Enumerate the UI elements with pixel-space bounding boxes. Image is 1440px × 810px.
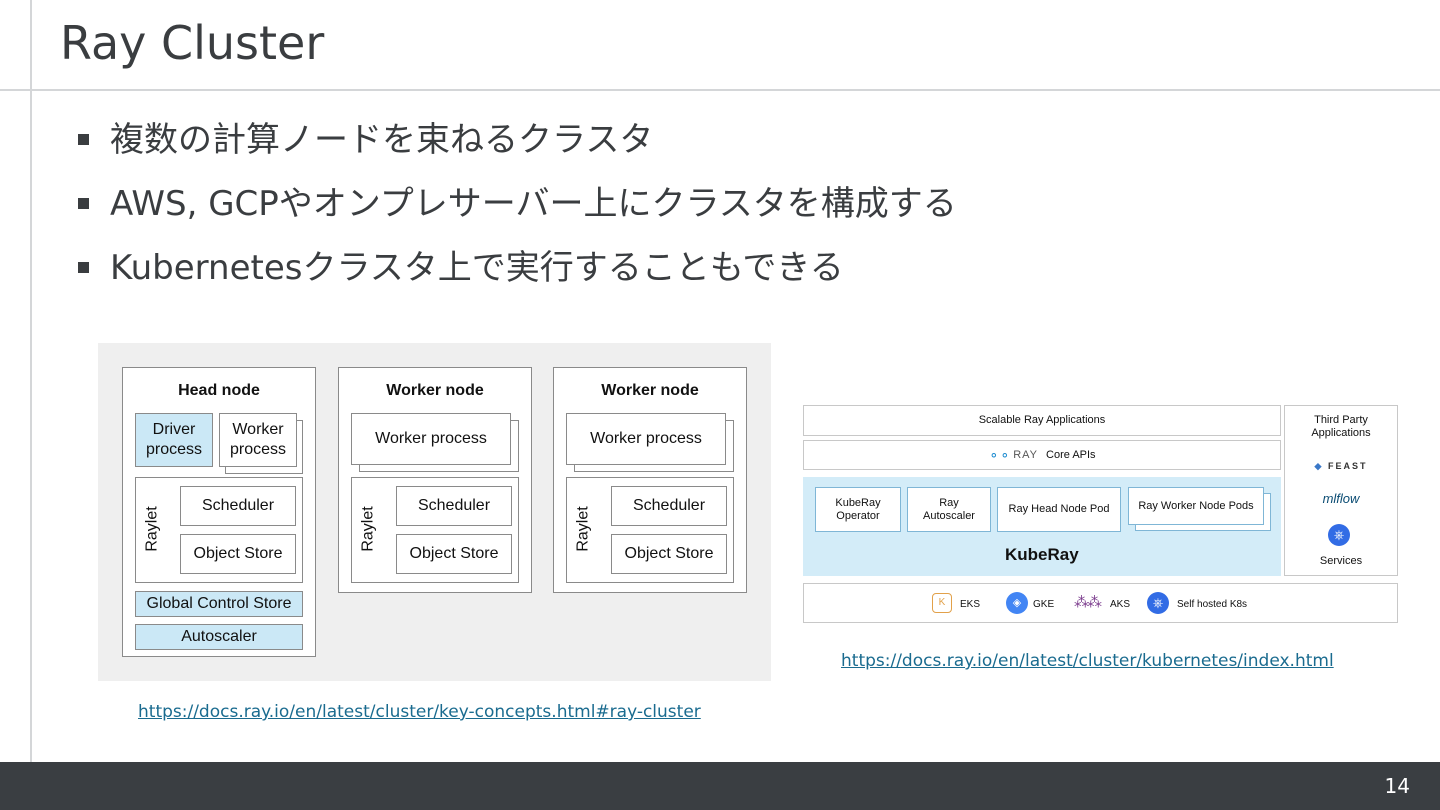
bullet-item: 複数の計算ノードを束ねるクラスタ	[76, 112, 957, 176]
ray-head-node-pod-box: Ray Head Node Pod	[997, 487, 1121, 532]
kuberay-docs-link[interactable]: https://docs.ray.io/en/latest/cluster/ku…	[841, 651, 1334, 671]
aks-icon: ⁂⁂	[1074, 594, 1102, 611]
head-raylet: Raylet Scheduler Object Store	[135, 477, 303, 583]
k8s-icon: ⎈	[1147, 592, 1169, 614]
feast-logo: ◆ FEAST	[1285, 460, 1397, 473]
worker-scheduler: Scheduler	[396, 486, 512, 526]
worker-object-store: Object Store	[396, 534, 512, 574]
bullet-text: 複数の計算ノードを束ねるクラスタ	[110, 120, 654, 160]
bullet-text: Kubernetesクラスタ上で実行することもできる	[110, 248, 844, 288]
raylet-label: Raylet	[574, 506, 592, 552]
worker-process: Worker process	[566, 413, 726, 465]
core-apis-label: Core APIs	[1046, 448, 1096, 461]
worker-node: Worker node Worker process Raylet Schedu…	[338, 367, 532, 593]
slide-title: Ray Cluster	[60, 16, 325, 70]
bullet-item: Kubernetesクラスタ上で実行することもできる	[76, 240, 957, 304]
platform-gke: GKE	[1033, 599, 1055, 610]
bullet-marker-icon	[78, 134, 89, 145]
ray-cluster-diagram: Head node Worker process Driver process …	[98, 343, 771, 681]
head-object-store: Object Store	[180, 534, 296, 574]
driver-process: Driver process	[135, 413, 213, 467]
ray-cluster-docs-link[interactable]: https://docs.ray.io/en/latest/cluster/ke…	[138, 702, 701, 722]
bullet-item: AWS, GCPやオンプレサーバー上にクラスタを構成する	[76, 176, 957, 240]
ray-logo-text: RAY	[1013, 448, 1039, 461]
third-party-label: Third Party Applications	[1311, 414, 1371, 439]
raylet-label: Raylet	[143, 506, 161, 552]
third-party-box: Third Party Applications ◆ FEAST mlflow …	[1284, 405, 1398, 576]
slide-title-rule	[0, 89, 1440, 91]
ray-worker-node-pods-box: Ray Worker Node Pods	[1128, 487, 1264, 525]
platform-eks: EKS	[960, 599, 981, 610]
page-number: 14	[1384, 774, 1410, 798]
core-apis-box: ⚬⚬ RAY Core APIs	[803, 440, 1281, 470]
platform-aks: AKS	[1110, 599, 1131, 610]
mlflow-logo: mlflow	[1322, 491, 1360, 506]
kuberay-operator-box: KubeRay Operator	[815, 487, 901, 532]
bullet-marker-icon	[78, 262, 89, 273]
kuberay-diagram: Scalable Ray Applications ⚬⚬ RAY Core AP…	[803, 405, 1398, 625]
scalable-apps-box: Scalable Ray Applications	[803, 405, 1281, 436]
feast-text: FEAST	[1327, 461, 1368, 471]
gke-icon: ◈	[1006, 592, 1028, 614]
worker-node: Worker node Worker process Raylet Schedu…	[553, 367, 747, 593]
eks-icon: K	[932, 593, 952, 613]
bullet-text: AWS, GCPやオンプレサーバー上にクラスタを構成する	[110, 184, 957, 224]
worker-process: Worker process	[351, 413, 511, 465]
ray-logo-icon: ⚬⚬	[988, 447, 1011, 463]
ray-autoscaler-box: Ray Autoscaler	[907, 487, 991, 532]
worker-node-title: Worker node	[386, 382, 484, 399]
kuberay-label: KubeRay	[1005, 545, 1079, 564]
head-scheduler: Scheduler	[180, 486, 296, 526]
global-control-store: Global Control Store	[135, 591, 303, 617]
feast-icon: ◆	[1314, 461, 1328, 471]
platforms-box: K EKS ◈ GKE ⁂⁂ AKS ⎈ Self hosted K8s	[803, 583, 1398, 623]
footer-bar: 14	[0, 762, 1440, 810]
worker-node-title: Worker node	[601, 382, 699, 399]
head-node-title: Head node	[178, 382, 260, 399]
services-k8s-icon: ⎈	[1328, 524, 1350, 546]
worker-object-store: Object Store	[611, 534, 727, 574]
head-node: Head node Worker process Driver process …	[122, 367, 316, 657]
slide-vertical-rule	[30, 0, 32, 762]
head-worker-process: Worker process	[219, 413, 297, 467]
raylet-label: Raylet	[359, 506, 377, 552]
bullet-list: 複数の計算ノードを束ねるクラスタ AWS, GCPやオンプレサーバー上にクラスタ…	[76, 112, 957, 304]
worker-raylet: Raylet Scheduler Object Store	[351, 477, 519, 583]
worker-scheduler: Scheduler	[611, 486, 727, 526]
bullet-marker-icon	[78, 198, 89, 209]
services-label: Services	[1319, 555, 1363, 567]
platform-self-hosted: Self hosted K8s	[1177, 599, 1248, 610]
worker-raylet: Raylet Scheduler Object Store	[566, 477, 734, 583]
autoscaler: Autoscaler	[135, 624, 303, 650]
